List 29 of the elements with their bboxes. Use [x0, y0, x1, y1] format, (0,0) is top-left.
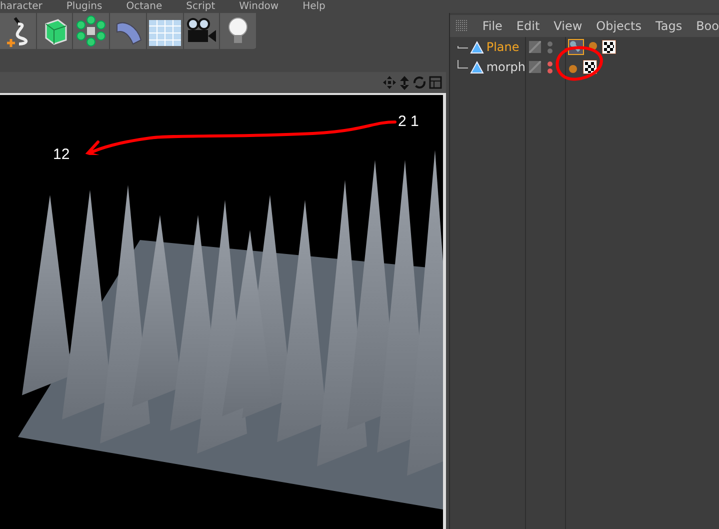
cloner-icon[interactable] [74, 14, 108, 48]
move-icon[interactable] [383, 76, 396, 89]
menu-item[interactable]: View [554, 19, 582, 33]
menu-item[interactable]: Help [302, 0, 326, 13]
menu-item[interactable]: File [482, 19, 502, 33]
polygon-object-icon [470, 60, 484, 74]
menu-item[interactable]: Objects [596, 19, 642, 33]
object-name[interactable]: morph [486, 60, 526, 74]
menu-item[interactable]: Edit [516, 19, 540, 33]
checker-texture-tag-icon[interactable] [602, 40, 616, 54]
visibility-dots-icon[interactable] [547, 60, 554, 74]
menu-item[interactable]: Octane [126, 0, 162, 13]
menu-item[interactable]: Plugins [66, 0, 102, 13]
rotate-icon[interactable] [413, 76, 426, 89]
annotation-number: 2 1 [398, 113, 419, 130]
object-name[interactable]: Plane [486, 40, 520, 54]
visibility-dots-icon[interactable] [547, 40, 554, 54]
menu-item[interactable]: Window [239, 0, 279, 13]
menu-item[interactable]: Script [186, 0, 216, 13]
menu-item[interactable]: Boo [696, 19, 719, 33]
window-layout-icon[interactable] [429, 76, 442, 89]
menu-item[interactable]: haracter [0, 0, 42, 13]
up-down-arrow-icon[interactable] [399, 76, 410, 90]
layer-icon [529, 61, 542, 73]
layer-icon [529, 41, 542, 53]
annotation-number: 12 [53, 146, 70, 163]
checker-texture-tag-icon[interactable] [583, 60, 598, 74]
menu-item[interactable]: Tags [656, 19, 682, 33]
polygon-object-icon [470, 40, 484, 54]
